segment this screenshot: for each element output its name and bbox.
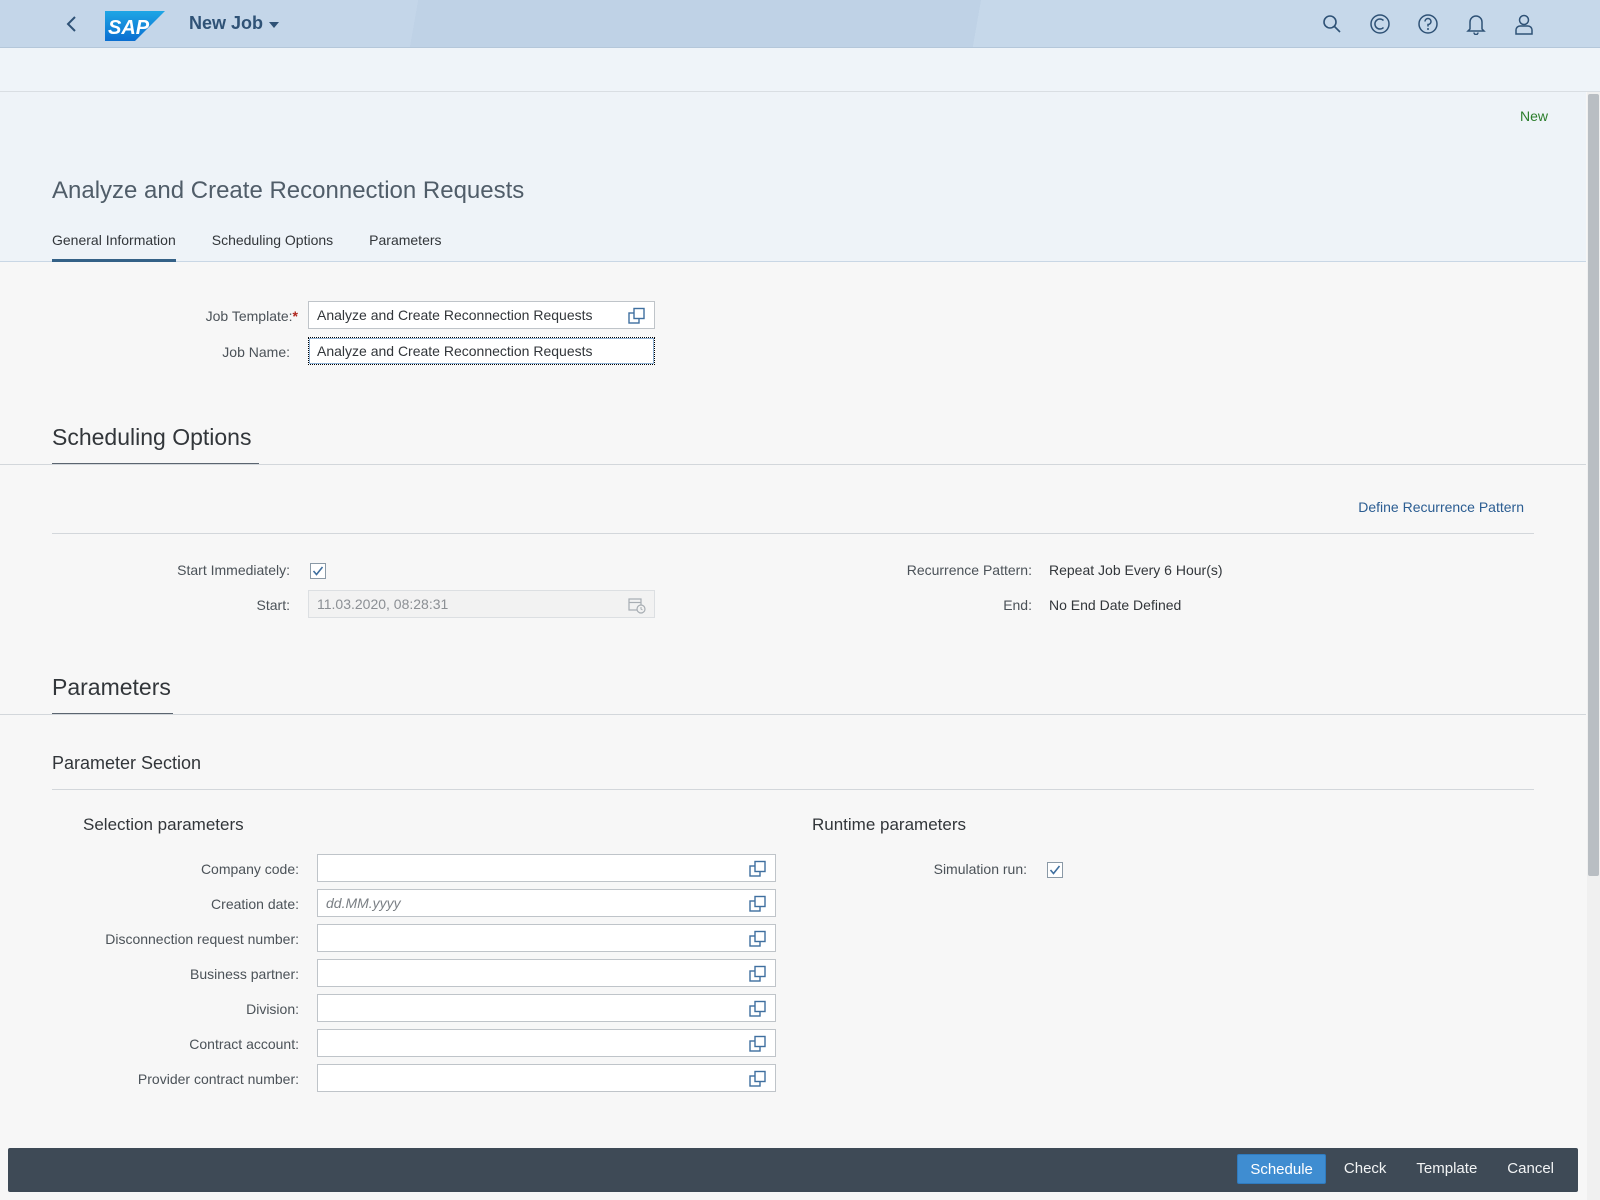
start-label: Start: (256, 597, 290, 613)
schedule-button[interactable]: Schedule (1237, 1154, 1326, 1184)
value-help-icon[interactable] (749, 1035, 767, 1053)
business-partner-input[interactable] (317, 959, 776, 987)
divider (0, 714, 1586, 715)
check-button[interactable]: Check (1332, 1154, 1399, 1184)
parameter-section-title: Parameter Section (52, 753, 202, 773)
search-icon (1323, 15, 1341, 33)
page-title: Analyze and Create Reconnection Requests (52, 177, 525, 204)
notifications-button[interactable] (1460, 8, 1492, 40)
job-template-value: Analyze and Create Reconnection Requests (317, 307, 593, 323)
footer-toolbar: Schedule Check Template Cancel (8, 1148, 1578, 1192)
business-partner-label: Business partner: (190, 966, 299, 982)
cancel-button[interactable]: Cancel (1495, 1154, 1566, 1184)
sub-header-bar (0, 48, 1600, 92)
back-button[interactable] (58, 10, 86, 38)
scrollbar-thumb[interactable] (1588, 94, 1599, 876)
divider (0, 464, 1586, 465)
tab-parameters[interactable]: Parameters (369, 226, 441, 262)
value-help-icon[interactable] (749, 895, 767, 913)
vertical-scrollbar[interactable] (1587, 92, 1600, 1200)
contract-account-label: Contract account: (189, 1036, 299, 1052)
runtime-parameters-title: Runtime parameters (812, 815, 967, 834)
help-button[interactable] (1412, 8, 1444, 40)
division-input[interactable] (317, 994, 776, 1022)
divider (52, 533, 1534, 534)
job-name-input[interactable]: Analyze and Create Reconnection Requests (308, 337, 655, 365)
job-name-label: Job Name: (222, 344, 290, 360)
value-help-icon[interactable] (749, 1070, 767, 1088)
start-immediately-label: Start Immediately: (177, 562, 290, 578)
job-template-input[interactable]: Analyze and Create Reconnection Requests (308, 301, 655, 329)
contract-account-input[interactable] (317, 1029, 776, 1057)
job-name-value: Analyze and Create Reconnection Requests (317, 343, 593, 359)
notifications-icon (1466, 15, 1486, 35)
provider-contract-number-label: Provider contract number: (137, 1071, 299, 1087)
division-label: Division: (246, 1001, 299, 1017)
selection-parameters-title: Selection parameters (83, 815, 244, 834)
disconnection-request-number-input[interactable] (317, 924, 776, 952)
app-title: New Job (189, 13, 264, 33)
shell-bar: SAP New Job (0, 0, 1600, 48)
value-help-icon[interactable] (628, 307, 646, 325)
recurrence-pattern-value: Repeat Job Every 6 Hour(s) (1049, 562, 1223, 578)
checkmark-icon (312, 566, 324, 576)
copilot-icon (1370, 14, 1390, 34)
status-label: New (1519, 108, 1548, 124)
calendar-clock-icon (628, 598, 646, 614)
sap-logo-text: SAP (108, 17, 150, 39)
end-value: No End Date Defined (1049, 597, 1182, 613)
template-button[interactable]: Template (1404, 1154, 1489, 1184)
parameters-title: Parameters (52, 674, 171, 700)
search-button[interactable] (1316, 8, 1348, 40)
company-code-label: Company code: (200, 861, 299, 877)
required-indicator: * (292, 308, 298, 324)
company-code-input[interactable] (317, 854, 776, 882)
tab-scheduling-options[interactable]: Scheduling Options (212, 226, 333, 262)
help-icon (1418, 14, 1438, 34)
tab-bar: General Information Scheduling Options P… (52, 226, 442, 262)
caret-down-icon (269, 22, 280, 28)
creation-date-input[interactable]: dd.MM.yyyy (317, 889, 776, 917)
job-template-label-text: Job Template: (205, 308, 293, 324)
user-button[interactable] (1508, 8, 1540, 40)
start-datetime-input: 11.03.2020, 08:28:31 (308, 590, 655, 618)
simulation-run-checkbox[interactable] (1047, 862, 1063, 878)
define-recurrence-pattern-link[interactable]: Define Recurrence Pattern (1358, 499, 1524, 515)
simulation-run-label: Simulation run: (933, 861, 1027, 877)
tab-general-information[interactable]: General Information (52, 226, 176, 262)
chevron-left-icon (66, 16, 76, 32)
main-content: Job Template:* Analyze and Create Reconn… (0, 263, 1586, 1148)
provider-contract-number-input[interactable] (317, 1064, 776, 1092)
scheduling-options-title: Scheduling Options (52, 424, 252, 450)
start-immediately-checkbox[interactable] (310, 563, 326, 579)
recurrence-pattern-label: Recurrence Pattern: (906, 562, 1032, 578)
disconnection-request-number-label: Disconnection request number: (105, 931, 299, 947)
sap-logo: SAP (105, 11, 165, 41)
checkmark-icon (1049, 865, 1061, 875)
user-icon (1515, 14, 1533, 35)
value-help-icon[interactable] (749, 1000, 767, 1018)
creation-date-placeholder: dd.MM.yyyy (326, 895, 401, 911)
creation-date-label: Creation date: (211, 896, 299, 912)
value-help-icon[interactable] (749, 860, 767, 878)
divider (52, 789, 1534, 790)
end-label: End: (1003, 597, 1032, 613)
copilot-button[interactable] (1364, 8, 1396, 40)
value-help-icon[interactable] (749, 965, 767, 983)
object-header: New Analyze and Create Reconnection Requ… (0, 92, 1586, 262)
job-template-label: Job Template:* (150, 308, 298, 324)
start-datetime-value: 11.03.2020, 08:28:31 (317, 596, 449, 612)
value-help-icon[interactable] (749, 930, 767, 948)
app-title-menu[interactable]: New Job (189, 13, 280, 34)
